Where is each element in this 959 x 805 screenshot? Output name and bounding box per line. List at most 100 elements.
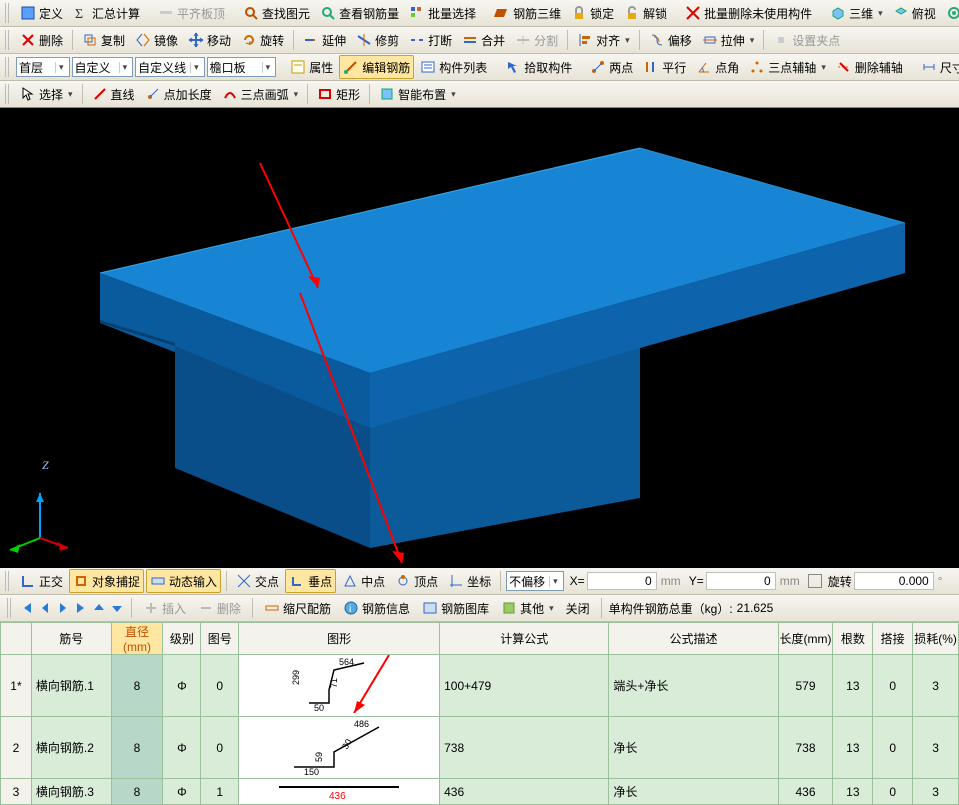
find-element-button[interactable]: 查找图元	[239, 2, 314, 24]
dropdown-icon[interactable]: ▾	[449, 89, 456, 100]
unlock-button[interactable]: 解锁	[620, 2, 671, 24]
line-button[interactable]: 直线	[88, 83, 139, 105]
rotate-checkbox[interactable]	[808, 574, 822, 588]
cell-formula-desc[interactable]: 净长	[609, 779, 778, 805]
rebar-info-button[interactable]: i钢筋信息	[339, 597, 414, 619]
view-3d-button[interactable]: 三维▾	[826, 2, 887, 24]
rotate-input[interactable]: 0.000	[854, 572, 934, 590]
cell-shape[interactable]: 486 30 59 150	[239, 717, 440, 779]
col-length[interactable]: 长度(mm)	[778, 623, 833, 655]
grip[interactable]	[5, 3, 11, 23]
extend-button[interactable]: 延伸	[299, 29, 350, 51]
cell-code[interactable]: 横向钢筋.1	[31, 655, 111, 717]
merge-button[interactable]: 合并	[458, 29, 509, 51]
col-diameter[interactable]: 直径(mm)	[111, 623, 163, 655]
cell-count[interactable]: 13	[833, 717, 873, 779]
dropdown-icon[interactable]: ▾	[819, 62, 826, 73]
close-button[interactable]: 关闭	[562, 597, 594, 619]
dimension-button[interactable]: 尺寸	[917, 56, 959, 78]
cell-length[interactable]: 738	[778, 717, 833, 779]
table-row[interactable]: 1* 横向钢筋.1 8 Φ 0 299 564 71 50 100+479 端头…	[1, 655, 959, 717]
batch-delete-button[interactable]: 批量删除未使用构件	[681, 2, 816, 24]
nav-last-icon[interactable]	[74, 601, 88, 615]
rebar-3d-button[interactable]: 钢筋三维	[490, 2, 565, 24]
orbit-button[interactable]: 动态观察	[942, 2, 959, 24]
subcategory-combo[interactable]: 自定义线▾	[135, 57, 205, 77]
rect-button[interactable]: 矩形	[313, 83, 364, 105]
grip[interactable]	[7, 598, 13, 618]
row-index[interactable]: 3	[1, 779, 32, 805]
col-shape[interactable]: 图形	[239, 623, 440, 655]
grip[interactable]	[5, 571, 11, 591]
cell-grade[interactable]: Φ	[163, 655, 201, 717]
cell-grade[interactable]: Φ	[163, 779, 201, 805]
mirror-button[interactable]: 镜像	[131, 29, 182, 51]
dyn-input-toggle[interactable]: 动态输入	[146, 569, 221, 593]
lock-button[interactable]: 锁定	[567, 2, 618, 24]
nav-first-icon[interactable]	[20, 601, 34, 615]
offset-mode-combo[interactable]: 不偏移▾	[506, 571, 564, 591]
cell-formula-desc[interactable]: 端头+净长	[609, 655, 778, 717]
cell-shape[interactable]: 436	[239, 779, 440, 805]
parallel-button[interactable]: 平行	[639, 56, 690, 78]
dropdown-icon[interactable]: ▾	[623, 35, 630, 46]
dropdown-icon[interactable]: ▾	[547, 603, 554, 614]
cell-code[interactable]: 横向钢筋.3	[31, 779, 111, 805]
ortho-toggle[interactable]: 正交	[16, 570, 67, 592]
scale-rebar-button[interactable]: 缩尺配筋	[260, 597, 335, 619]
grip[interactable]	[5, 84, 11, 104]
table-row[interactable]: 3 横向钢筋.3 8 Φ 1 436 436 净长 436 13 0 3	[1, 779, 959, 805]
dropdown-icon[interactable]: ▾	[876, 8, 883, 19]
intersect-snap[interactable]: 交点	[232, 570, 283, 592]
edit-rebar-button[interactable]: 编辑钢筋	[339, 55, 414, 79]
offset-button[interactable]: 偏移	[645, 29, 696, 51]
grip[interactable]	[5, 30, 11, 50]
col-formula-desc[interactable]: 公式描述	[609, 623, 778, 655]
delete-aux-button[interactable]: 删除辅轴	[832, 56, 907, 78]
dropdown-icon[interactable]: ▾	[190, 62, 202, 73]
x-input[interactable]: 0	[587, 572, 657, 590]
mid-snap[interactable]: 中点	[338, 570, 389, 592]
dropdown-icon[interactable]: ▾	[262, 62, 274, 73]
cell-grade[interactable]: Φ	[163, 717, 201, 779]
cell-lap[interactable]: 0	[873, 779, 913, 805]
cell-diameter[interactable]: 8	[111, 655, 163, 717]
auto-layout-button[interactable]: 智能布置▾	[375, 83, 460, 105]
cell-shapeid[interactable]: 1	[201, 779, 239, 805]
align-button[interactable]: 对齐▾	[573, 29, 634, 51]
dropdown-icon[interactable]: ▾	[549, 576, 561, 587]
viewport-3d[interactable]: Z	[0, 108, 959, 568]
col-formula[interactable]: 计算公式	[440, 623, 609, 655]
pick-component-button[interactable]: 拾取构件	[501, 56, 576, 78]
cell-lap[interactable]: 0	[873, 717, 913, 779]
properties-button[interactable]: 属性	[286, 56, 337, 78]
cell-count[interactable]: 13	[833, 655, 873, 717]
row-index[interactable]: 2	[1, 717, 32, 779]
y-input[interactable]: 0	[706, 572, 776, 590]
three-point-aux-button[interactable]: 三点辅轴▾	[745, 56, 830, 78]
cell-loss[interactable]: 3	[913, 779, 959, 805]
break-button[interactable]: 打断	[405, 29, 456, 51]
top-view-button[interactable]: 俯视	[889, 2, 940, 24]
table-row[interactable]: 2 横向钢筋.2 8 Φ 0 486 30 59 150 738 净长 738 …	[1, 717, 959, 779]
point-angle-button[interactable]: 点角	[692, 56, 743, 78]
dropdown-icon[interactable]: ▾	[292, 89, 299, 100]
coord-snap[interactable]: 坐标	[444, 570, 495, 592]
perp-snap[interactable]: 垂点	[285, 569, 336, 593]
cell-lap[interactable]: 0	[873, 655, 913, 717]
cell-diameter[interactable]: 8	[111, 717, 163, 779]
osnap-toggle[interactable]: 对象捕捉	[69, 569, 144, 593]
floor-combo[interactable]: 首层▾	[16, 57, 70, 77]
dropdown-icon[interactable]: ▾	[66, 89, 73, 100]
add-length-button[interactable]: 点加长度	[141, 83, 216, 105]
rebar-library-button[interactable]: 钢筋图库	[418, 597, 493, 619]
cell-length[interactable]: 579	[778, 655, 833, 717]
col-code[interactable]: 筋号	[31, 623, 111, 655]
cell-formula[interactable]: 436	[440, 779, 609, 805]
dropdown-icon[interactable]: ▾	[55, 62, 67, 73]
nav-down-icon[interactable]	[110, 601, 124, 615]
category-combo[interactable]: 自定义▾	[72, 57, 134, 77]
sum-calc-button[interactable]: Σ汇总计算	[69, 2, 144, 24]
nav-up-icon[interactable]	[92, 601, 106, 615]
nav-next-icon[interactable]	[56, 601, 70, 615]
